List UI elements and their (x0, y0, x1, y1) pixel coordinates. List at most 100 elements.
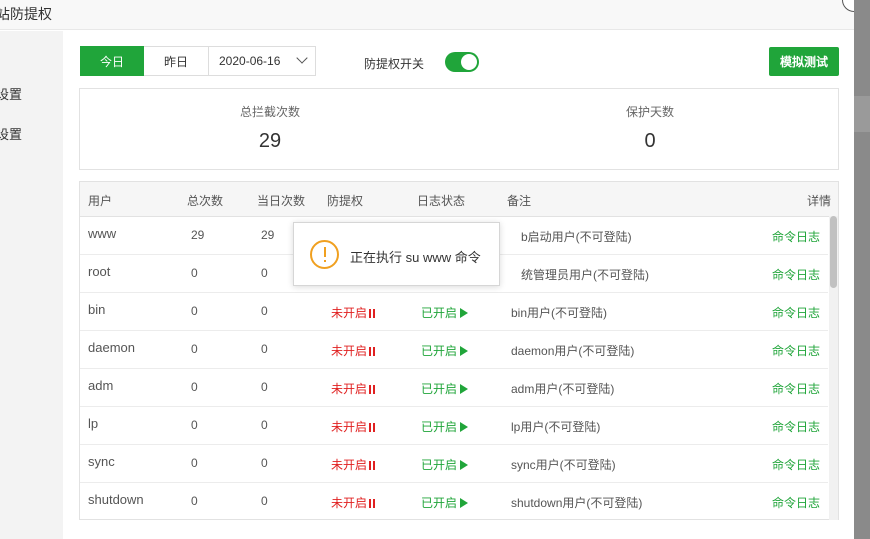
stat-total-value: 29 (258, 130, 282, 152)
loading-toast: 正在执行 su www 命令 (293, 222, 500, 286)
cell-today: 29 (261, 228, 275, 242)
cell-total: 0 (191, 304, 198, 318)
cell-today: 0 (261, 380, 268, 394)
cell-total: 0 (191, 380, 198, 394)
protect-status-toggle[interactable]: 未开启 (331, 342, 376, 359)
table-row: adm 0 0 未开启 已开启 adm用户(不可登陆) 命令日志 (80, 369, 828, 407)
command-log-link[interactable]: 命令日志 (772, 342, 820, 359)
cell-today: 0 (261, 418, 268, 432)
stat-total-label: 总拦截次数 (239, 105, 300, 119)
log-status-toggle[interactable]: 已开启 (421, 342, 469, 359)
log-status-toggle[interactable]: 已开启 (421, 304, 469, 321)
protect-status-label: 未开启 (331, 344, 368, 358)
sidebar-item-settings-2[interactable]: 设置 (0, 124, 22, 143)
yesterday-button[interactable]: 昨日 (144, 46, 209, 76)
simulate-test-button[interactable]: 模拟测试 (769, 47, 839, 76)
stats-panel: 总拦截次数 29 保护天数 0 (79, 88, 839, 170)
switch-label: 防提权开关 (364, 57, 425, 71)
protect-status-toggle[interactable]: 未开启 (331, 494, 376, 511)
pause-icon (369, 461, 376, 470)
log-status-label: 已开启 (421, 382, 458, 396)
header-today: 当日次数 (257, 194, 306, 208)
stat-days-value: 0 (644, 130, 656, 152)
header-user: 用户 (88, 194, 113, 208)
cell-note: b启动用户(不可登陆) (521, 230, 632, 244)
command-log-link[interactable]: 命令日志 (772, 304, 820, 321)
command-log-link[interactable]: 命令日志 (772, 228, 820, 245)
log-status-toggle[interactable]: 已开启 (421, 494, 469, 511)
header-note: 备注 (507, 194, 532, 208)
protect-status-toggle[interactable]: 未开启 (331, 418, 376, 435)
cell-user: lp (88, 416, 99, 431)
log-status-label: 已开启 (421, 496, 458, 510)
cell-user: daemon (88, 340, 135, 355)
header-total: 总次数 (187, 194, 224, 208)
today-button[interactable]: 今日 (80, 46, 144, 76)
cell-user: adm (88, 378, 114, 393)
protect-status-label: 未开启 (331, 458, 368, 472)
log-status-toggle[interactable]: 已开启 (421, 456, 469, 473)
cell-today: 0 (261, 304, 268, 318)
cell-user: www (88, 226, 117, 241)
command-log-link[interactable]: 命令日志 (772, 266, 820, 283)
date-select[interactable]: 2020-06-16 (209, 46, 316, 76)
play-icon (460, 308, 469, 318)
date-toolbar: 今日 昨日 2020-06-16 (80, 46, 316, 78)
play-icon (460, 422, 469, 432)
toggle-knob (461, 54, 477, 70)
cell-user: sync (88, 454, 115, 469)
log-status-label: 已开启 (421, 458, 458, 472)
log-status-label: 已开启 (421, 306, 458, 320)
command-log-link[interactable]: 命令日志 (772, 494, 820, 511)
header-detail: 详情 (807, 194, 832, 208)
log-status-toggle[interactable]: 已开启 (421, 380, 469, 397)
cell-total: 0 (191, 266, 198, 280)
cell-user: bin (88, 302, 106, 317)
close-button[interactable] (842, 0, 854, 12)
cell-today: 0 (261, 494, 268, 508)
cell-user: shutdown (88, 492, 144, 507)
protect-status-label: 未开启 (331, 420, 368, 434)
pause-icon (369, 347, 376, 356)
pause-icon (369, 385, 376, 394)
protect-status-toggle[interactable]: 未开启 (331, 380, 376, 397)
command-log-link[interactable]: 命令日志 (772, 418, 820, 435)
table-scrollbar[interactable] (829, 216, 838, 520)
protect-status-label: 未开启 (331, 306, 368, 320)
header-log: 日志状态 (417, 194, 466, 208)
command-log-link[interactable]: 命令日志 (772, 380, 820, 397)
cell-user: root (88, 264, 111, 279)
protect-status-label: 未开启 (331, 382, 368, 396)
table-row: sync 0 0 未开启 已开启 sync用户(不可登陆) 命令日志 (80, 445, 828, 483)
anti-privilege-dialog: 站防提权 设置 设置 今日 昨日 2020-06-16 防提权开关 模拟测试 总… (0, 0, 854, 539)
play-icon (460, 346, 469, 356)
chevron-down-icon (296, 52, 308, 64)
cell-total: 0 (191, 418, 198, 432)
play-icon (460, 460, 469, 470)
cell-note: adm用户(不可登陆) (511, 382, 615, 396)
cell-total: 0 (191, 456, 198, 470)
cell-today: 0 (261, 266, 268, 280)
protect-status-toggle[interactable]: 未开启 (331, 456, 376, 473)
dialog-title: 站防提权 (0, 6, 52, 22)
pause-icon (369, 423, 376, 432)
protect-status-toggle[interactable]: 未开启 (331, 304, 376, 321)
scrollbar-thumb[interactable] (830, 216, 837, 288)
sidebar-item-settings-1[interactable]: 设置 (0, 84, 22, 103)
pause-icon (369, 309, 376, 318)
cell-today: 0 (261, 456, 268, 470)
dialog-titlebar: 站防提权 (0, 0, 854, 30)
log-status-toggle[interactable]: 已开启 (421, 418, 469, 435)
date-value: 2020-06-16 (219, 54, 281, 68)
toast-message: 正在执行 su www 命令 (350, 250, 481, 265)
cell-today: 0 (261, 342, 268, 356)
pause-icon (369, 499, 376, 508)
play-icon (460, 498, 469, 508)
cell-note: lp用户(不可登陆) (511, 420, 601, 434)
command-log-link[interactable]: 命令日志 (772, 456, 820, 473)
warning-icon (310, 240, 339, 269)
sidebar: 设置 设置 (0, 31, 63, 539)
cell-note: 统管理员用户(不可登陆) (521, 268, 649, 282)
cell-total: 29 (191, 228, 205, 242)
protection-toggle[interactable] (445, 52, 479, 72)
